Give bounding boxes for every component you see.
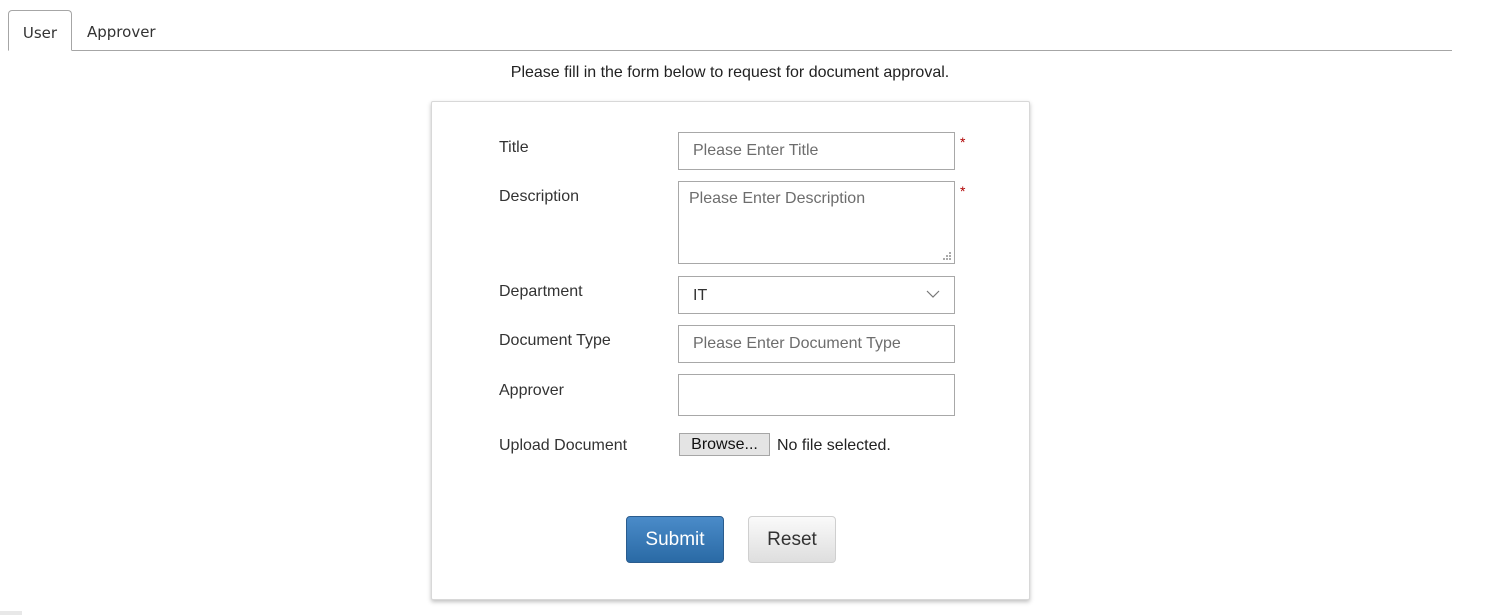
description-label: Description bbox=[499, 188, 580, 205]
department-label: Department bbox=[499, 283, 583, 300]
title-label: Title bbox=[499, 139, 529, 156]
browse-button[interactable]: Browse... bbox=[679, 433, 770, 456]
approval-form-card: Title * Description * Department IT Docu… bbox=[431, 101, 1030, 600]
file-status-text: No file selected. bbox=[777, 437, 891, 454]
resize-grip-icon[interactable] bbox=[942, 251, 952, 261]
upload-document-label: Upload Document bbox=[499, 437, 628, 454]
description-wrapper bbox=[678, 181, 955, 264]
department-select[interactable]: IT bbox=[678, 276, 955, 314]
tab-approver[interactable]: Approver bbox=[87, 10, 156, 49]
tab-user[interactable]: User bbox=[8, 10, 72, 51]
approver-label: Approver bbox=[499, 382, 564, 399]
reset-button[interactable]: Reset bbox=[748, 516, 836, 563]
scrollbar-stub bbox=[0, 611, 22, 615]
required-marker: * bbox=[960, 183, 966, 199]
document-type-input[interactable] bbox=[678, 325, 955, 363]
department-selected-value: IT bbox=[693, 287, 708, 304]
submit-button[interactable]: Submit bbox=[626, 516, 724, 563]
document-type-label: Document Type bbox=[499, 332, 611, 349]
chevron-down-icon bbox=[926, 290, 940, 298]
required-marker: * bbox=[960, 134, 966, 150]
form-intro-text: Please fill in the form below to request… bbox=[510, 64, 950, 81]
description-textarea[interactable] bbox=[678, 181, 955, 264]
title-input[interactable] bbox=[678, 132, 955, 170]
approver-input[interactable] bbox=[678, 374, 955, 416]
tab-bar: User Approver bbox=[8, 10, 1452, 51]
